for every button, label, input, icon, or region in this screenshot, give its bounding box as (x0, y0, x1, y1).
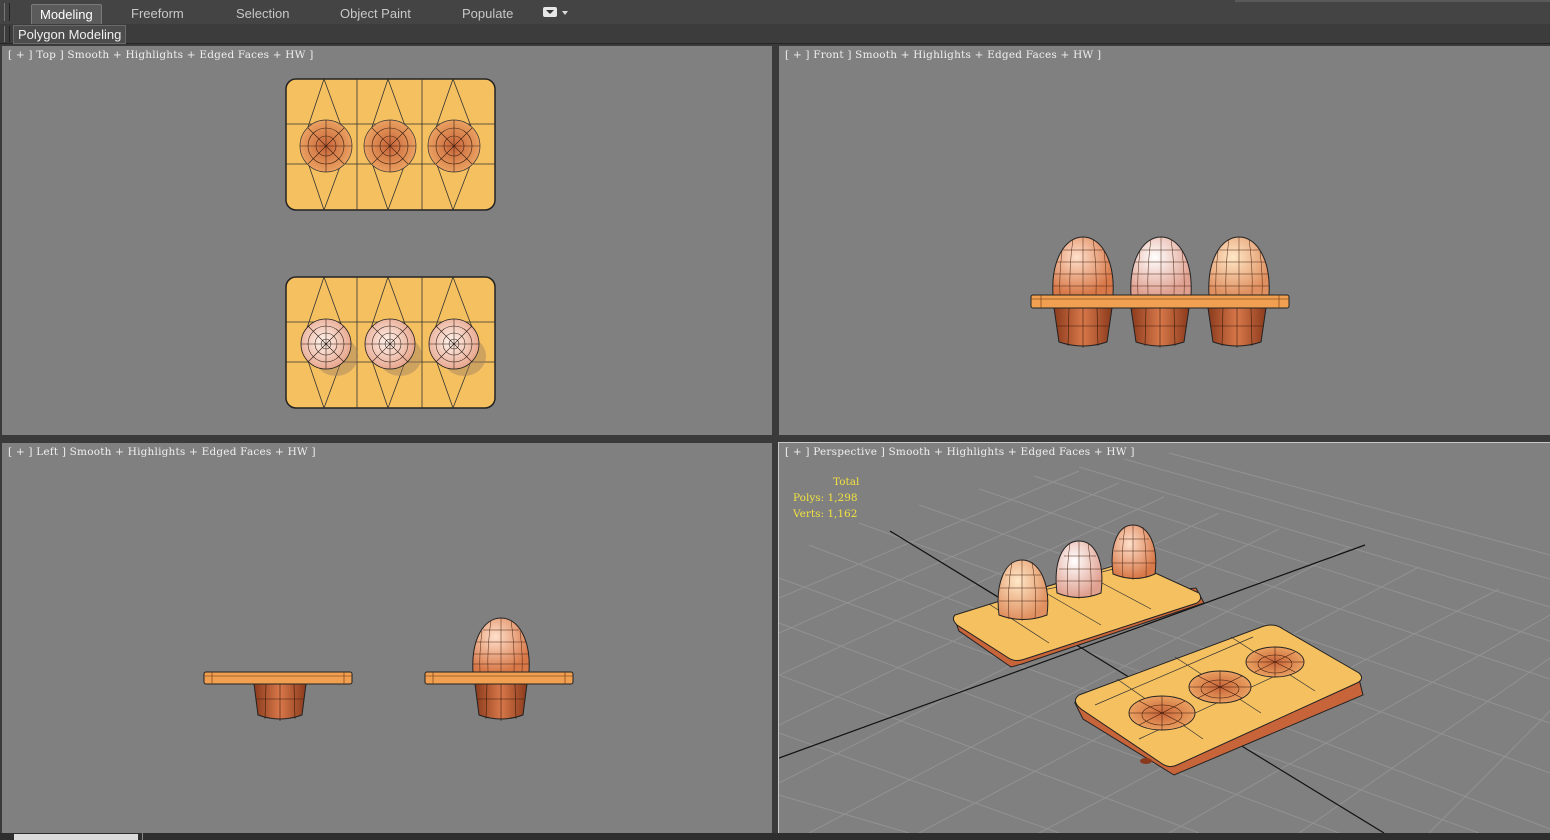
tray-top-holes[interactable] (285, 78, 496, 211)
tab-selection[interactable]: Selection (228, 4, 297, 23)
tray-top-eggs[interactable] (285, 276, 496, 409)
tab-populate[interactable]: Populate (454, 4, 521, 23)
panel-grip[interactable] (4, 26, 10, 42)
viewport-front[interactable]: [ + ] Front ] Smooth + Highlights + Edge… (779, 46, 1550, 435)
perspective-tray-holes[interactable] (1073, 624, 1364, 776)
ribbon-tab-bar: Modeling Freeform Selection Object Paint… (0, 0, 1550, 25)
egg-tray-front[interactable] (1030, 236, 1290, 348)
status-strip (0, 833, 1550, 840)
perspective-scene (779, 452, 1550, 833)
tab-freeform[interactable]: Freeform (123, 4, 192, 23)
top-view-scene (285, 78, 496, 409)
time-slider[interactable] (14, 834, 138, 840)
polygon-modeling-panel-button[interactable]: Polygon Modeling (13, 25, 127, 44)
left-view-scene (203, 617, 574, 721)
viewport-perspective[interactable]: [ + ] Perspective ] Smooth + Highlights … (778, 442, 1550, 834)
tray-left-empty[interactable] (203, 671, 353, 721)
front-view-scene (1030, 236, 1290, 348)
tab-object-paint[interactable]: Object Paint (332, 4, 419, 23)
viewport-top[interactable]: [ + ] Top ] Smooth + Highlights + Edged … (2, 46, 772, 435)
tab-modeling[interactable]: Modeling (31, 4, 102, 24)
ribbon-top-line (1235, 0, 1550, 2)
ribbon-grip[interactable] (4, 3, 10, 21)
chevron-down-icon[interactable] (562, 11, 568, 15)
viewport-left[interactable]: [ + ] Left ] Smooth + Highlights + Edged… (2, 443, 772, 833)
ribbon-panel-bar: Polygon Modeling (0, 24, 1550, 44)
tray-left-egg[interactable] (424, 617, 574, 721)
status-separator (142, 833, 155, 840)
ribbon-options-icon[interactable] (543, 7, 557, 17)
home-grid (779, 452, 1550, 833)
